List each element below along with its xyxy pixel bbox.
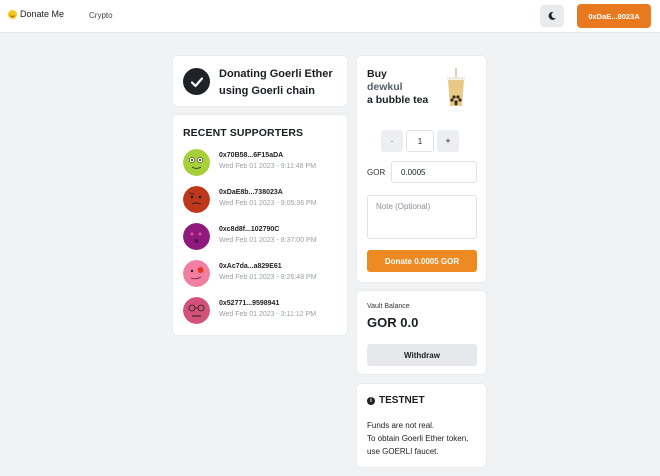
supporter-row: 0x52771...9598941 Wed Feb 01 2023 - 3:11… xyxy=(183,297,343,327)
decrease-button[interactable]: - xyxy=(381,130,403,152)
note-textarea[interactable]: Note (Optional) xyxy=(367,195,477,239)
donate-card: Buy dewkul a bubble tea - 1 + GOR 0.0005… xyxy=(356,55,487,283)
buy-subheading: a bubble tea xyxy=(367,94,429,106)
avatar xyxy=(183,223,210,250)
quantity-stepper: - 1 + xyxy=(381,130,459,152)
quantity-input[interactable]: 1 xyxy=(406,130,434,152)
avatar xyxy=(183,149,210,176)
bubble-tea-icon xyxy=(447,68,465,106)
supporter-address: 0xDaE8b...738023A xyxy=(219,189,283,196)
buy-heading: Buy xyxy=(367,68,387,80)
brand-label: Donate Me xyxy=(20,9,65,19)
title-card: Donating Goerli Ether using Goerli chain xyxy=(172,55,348,107)
supporter-row: 0xc8d8f...102790C Wed Feb 01 2023 - 8:37… xyxy=(183,223,343,253)
supporter-time: Wed Feb 01 2023 - 9:11:48 PM xyxy=(219,163,317,170)
top-bar: Donate Me Crypto 0xDaE...8023A xyxy=(0,0,660,33)
brand-link[interactable]: Donate Me xyxy=(8,9,64,19)
check-circle-icon xyxy=(183,68,210,95)
currency-label: GOR xyxy=(367,168,386,177)
supporter-row: 0xDaE8b...738023A Wed Feb 01 2023 - 9:05… xyxy=(183,186,343,216)
recipient-name: dewkul xyxy=(367,81,403,93)
testnet-card: i TESTNET Funds are not real. To obtain … xyxy=(356,383,487,468)
amount-input[interactable]: 0.0005 xyxy=(391,161,477,183)
info-icon: i xyxy=(367,396,375,405)
increase-button[interactable]: + xyxy=(437,130,459,152)
supporter-address: 0x52771...9598941 xyxy=(219,300,280,307)
supporter-address: 0x70B58...6F15aDA xyxy=(219,152,284,159)
vault-balance-label: Vault Balance xyxy=(367,303,410,310)
recent-supporters-card: RECENT SUPPORTERS 0x70B58...6F15aDA Wed … xyxy=(172,114,348,336)
supporter-address: 0xAc7da...a829E61 xyxy=(219,263,282,270)
testnet-line-1: Funds are not real. xyxy=(367,421,435,430)
supporter-time: Wed Feb 01 2023 - 8:37:00 PM xyxy=(219,237,317,244)
withdraw-button[interactable]: Withdraw xyxy=(367,344,477,366)
supporter-time: Wed Feb 01 2023 - 9:05:36 PM xyxy=(219,200,317,207)
theme-toggle-button[interactable] xyxy=(540,5,564,27)
supporter-row: 0x70B58...6F15aDA Wed Feb 01 2023 - 9:11… xyxy=(183,149,343,179)
supporter-time: Wed Feb 01 2023 - 8:26:48 PM xyxy=(219,274,317,281)
testnet-title-text: TESTNET xyxy=(379,395,425,406)
testnet-line-2: To obtain Goerli Ether token, use GOERLI… xyxy=(367,434,469,456)
supporter-time: Wed Feb 01 2023 - 3:11:12 PM xyxy=(219,311,317,318)
supporter-address: 0xc8d8f...102790C xyxy=(219,226,280,233)
testnet-heading: i TESTNET xyxy=(367,395,425,406)
supporters-heading: RECENT SUPPORTERS xyxy=(183,127,304,139)
vault-card: Vault Balance GOR 0.0 Withdraw xyxy=(356,290,487,375)
supporter-row: 0xAc7da...a829E61 Wed Feb 01 2023 - 8:26… xyxy=(183,260,343,290)
avatar xyxy=(183,186,210,213)
avatar xyxy=(183,260,210,287)
avatar xyxy=(183,297,210,324)
wallet-address-button[interactable]: 0xDaE...8023A xyxy=(577,4,651,28)
donate-button[interactable]: Donate 0.0005 GOR xyxy=(367,250,477,272)
smile-icon xyxy=(8,9,17,19)
nav-crypto-link[interactable]: Crypto xyxy=(89,11,113,20)
moon-icon xyxy=(548,11,556,20)
vault-balance-value: GOR 0.0 xyxy=(367,315,419,330)
page-title: Donating Goerli Ether using Goerli chain xyxy=(219,68,333,97)
testnet-body: Funds are not real. To obtain Goerli Eth… xyxy=(367,419,482,458)
